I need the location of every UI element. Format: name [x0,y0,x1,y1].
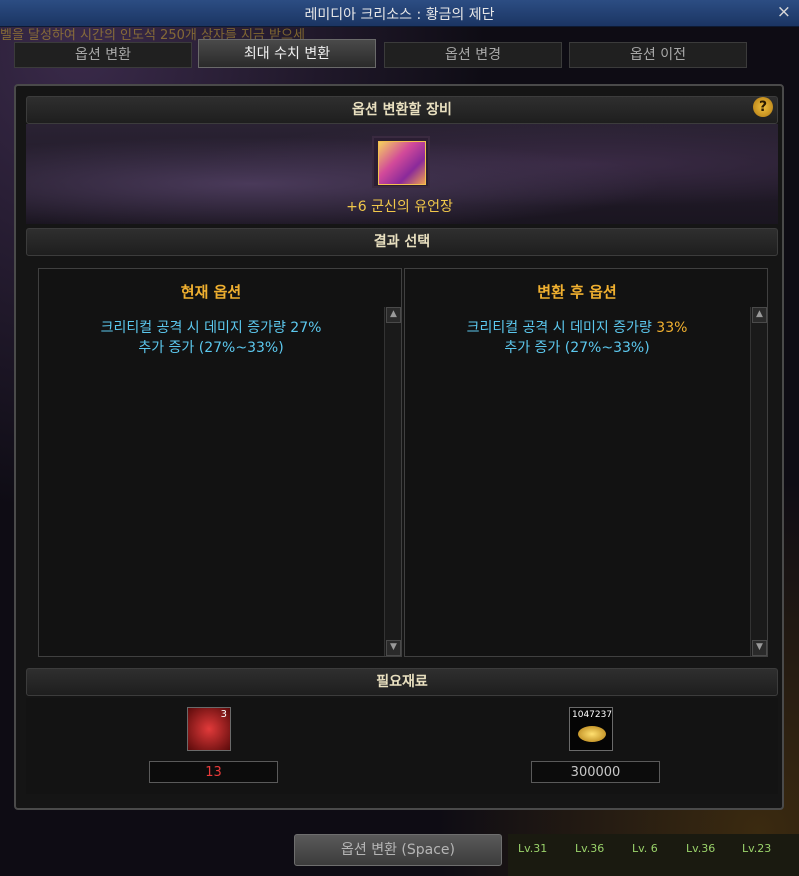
tab-option-change[interactable]: 옵션 변경 [384,42,562,68]
equipment-slot[interactable] [372,136,430,188]
convert-button[interactable]: 옵션 변환 (Space) [294,834,502,866]
after-option-line2: 추가 증가 (27%~33%) [504,340,650,356]
tab-bar: 옵션 변환 최대 수치 변환 옵션 변경 옵션 이전 [14,39,751,68]
after-option-value: 33% [656,320,688,336]
tab-max-value-convert[interactable]: 최대 수치 변환 [198,39,376,68]
materials-header: 필요재료 [26,668,778,696]
material-stack-count: 3 [220,709,227,720]
skill-lock-label: Lv.36 [575,842,605,855]
current-option-panel[interactable]: 현재 옵션 크리티컬 공격 시 데미지 증가량 27% 추가 증가 (27%~3… [38,268,402,657]
tab-option-convert[interactable]: 옵션 변환 [14,42,192,68]
close-icon[interactable]: × [777,2,791,22]
material-required-count: 13 [149,761,278,783]
current-option-title: 현재 옵션 [180,283,242,301]
staff-item-icon [378,141,426,185]
gold-required-amount: 300000 [531,761,660,783]
help-icon[interactable]: ? [753,97,773,117]
skill-lock-label: Lv.36 [686,842,716,855]
gold-coins-icon[interactable]: 1047237 [569,707,613,751]
after-option-line1-text: 크리티컬 공격 시 데미지 증가량 [466,320,657,336]
scroll-down-icon[interactable]: ▼ [752,640,767,656]
title-bar: 레미디아 크리소스 : 황금의 제단 × [0,0,799,27]
result-header: 결과 선택 [26,228,778,256]
equipment-header: 옵션 변환할 장비 [26,96,778,124]
skill-lock-label: Lv.23 [742,842,772,855]
skill-bar [508,834,799,876]
current-option-line1: 크리티컬 공격 시 데미지 증가량 27% [100,320,322,336]
scrollbar[interactable]: ▲ ▼ [384,307,401,656]
materials-area [26,698,778,794]
scroll-down-icon[interactable]: ▼ [386,640,401,656]
skill-lock-label: Lv. 6 [632,842,658,855]
equipment-item-name: +6 군신의 유언장 [346,199,453,215]
coins-graphic [578,726,606,742]
tab-option-transfer[interactable]: 옵션 이전 [569,42,747,68]
after-option-title: 변환 후 옵션 [537,283,617,301]
red-crystal-icon[interactable]: 3 [187,707,231,751]
gold-stack-count: 1047237 [572,710,613,720]
skill-lock-label: Lv.31 [518,842,548,855]
after-option-panel[interactable]: 변환 후 옵션 크리티컬 공격 시 데미지 증가량 33% 추가 증가 (27%… [404,268,768,657]
scroll-up-icon[interactable]: ▲ [752,307,767,323]
current-option-line2: 추가 증가 (27%~33%) [138,340,284,356]
after-option-line1: 크리티컬 공격 시 데미지 증가량 33% [405,317,749,337]
window-title: 레미디아 크리소스 : 황금의 제단 [304,7,495,23]
scroll-up-icon[interactable]: ▲ [386,307,401,323]
scrollbar[interactable]: ▲ ▼ [750,307,767,656]
